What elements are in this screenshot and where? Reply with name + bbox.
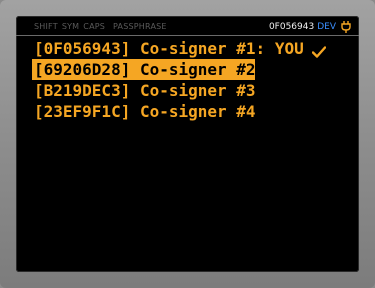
cosigner-label: [69206D28] Co-signer #2 [34, 60, 256, 79]
device-bezel: SHIFT SYM CAPS PASSPHRASE 0F056943 DEV [0F0… [0, 0, 375, 288]
cosigner-item-1[interactable]: [0F056943] Co-signer #1: YOU [34, 38, 351, 59]
status-bar: SHIFT SYM CAPS PASSPHRASE 0F056943 DEV [16, 16, 359, 36]
caps-indicator: CAPS [83, 22, 106, 31]
cosigner-label: [0F056943] Co-signer #1: YOU [34, 39, 304, 58]
passphrase-indicator: PASSPHRASE [113, 22, 167, 31]
master-xfp: 0F056943 [268, 22, 315, 32]
cosigner-list: [0F056943] Co-signer #1: YOU [69206D28] … [16, 38, 359, 122]
plug-icon [341, 21, 351, 33]
keyboard-modifiers: SHIFT SYM CAPS PASSPHRASE [34, 22, 171, 31]
cosigner-label: [B219DEC3] Co-signer #3 [34, 81, 256, 100]
checkmark-icon [311, 43, 326, 58]
cosigner-item-3[interactable]: [B219DEC3] Co-signer #3 [34, 80, 256, 101]
shift-indicator: SHIFT [34, 22, 58, 31]
sym-indicator: SYM [61, 22, 80, 31]
cosigner-item-2[interactable]: [69206D28] Co-signer #2 [32, 59, 256, 80]
cosigner-label: [23EF9F1C] Co-signer #4 [34, 102, 256, 121]
device-status: 0F056943 DEV [269, 21, 351, 33]
dev-badge: DEV [317, 22, 336, 32]
device-screen: SHIFT SYM CAPS PASSPHRASE 0F056943 DEV [0F0… [16, 16, 359, 272]
cosigner-item-4[interactable]: [23EF9F1C] Co-signer #4 [34, 101, 256, 122]
